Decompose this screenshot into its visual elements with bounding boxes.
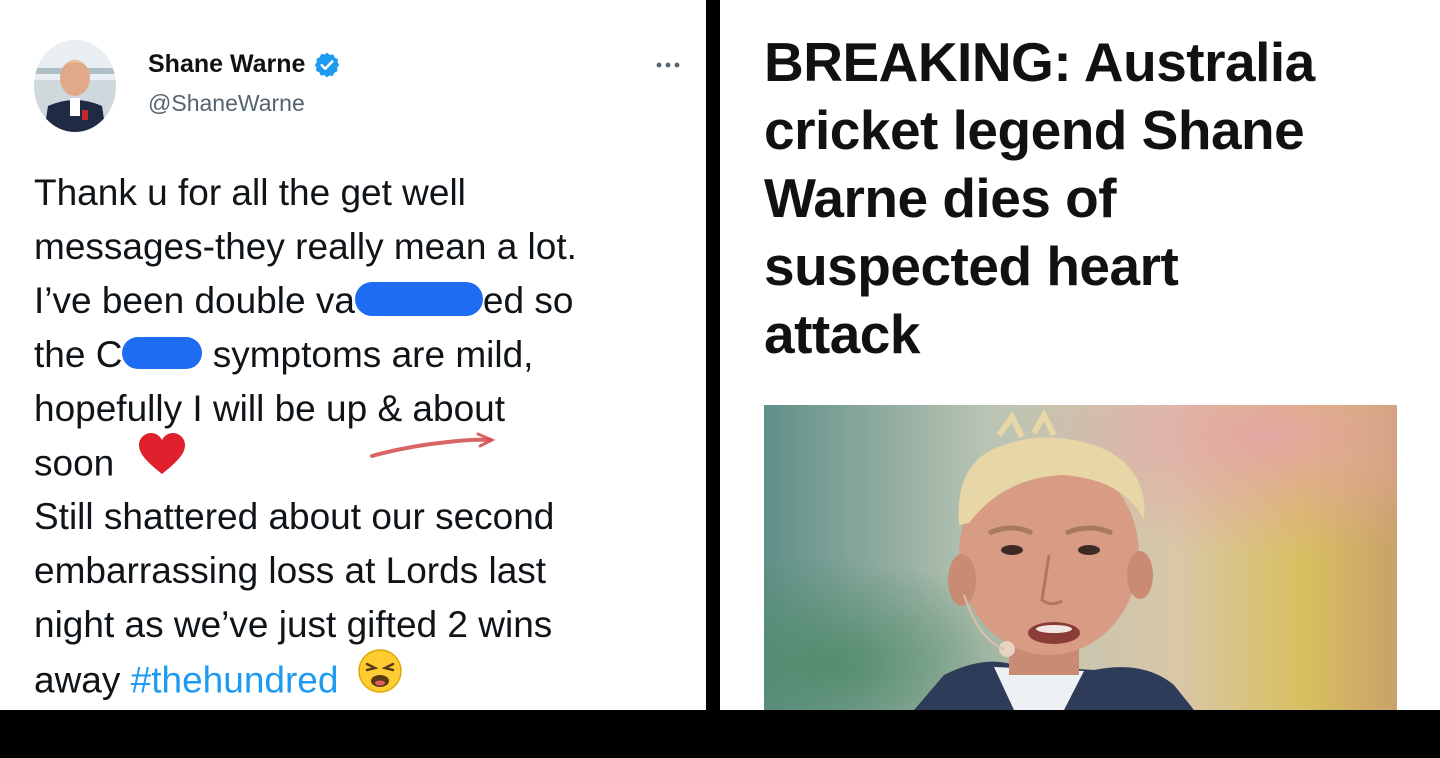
tweet-line: Still shattered about our second [34, 490, 694, 544]
tweet-card: Shane Warne @ShaneWarne Thank u for all … [0, 0, 706, 710]
weary-face-icon [357, 648, 403, 709]
tweet-line-text: hopefully I will be up & about [34, 388, 506, 429]
tweet-line: night as we’ve just gifted 2 wins [34, 598, 694, 652]
tweet-text: Thank u for all the get well messages-th… [34, 166, 694, 706]
tweet-line-text: Thank u for all the get well [34, 172, 466, 213]
tweet-line-text: soon [34, 442, 115, 484]
handle[interactable]: @ShaneWarne [148, 90, 305, 117]
tweet-line-text: symptoms are mild, [202, 334, 534, 375]
tweet-line-text: away [34, 659, 131, 701]
tweet-line-text: I’ve been double va [34, 280, 355, 321]
tweet-line: away #thehundred [34, 649, 694, 706]
tweet-line: Thank u for all the get well [34, 166, 694, 220]
tweet-line-text: ed so [482, 280, 574, 321]
tweet-line: messages-they really mean a lot. [34, 220, 694, 274]
verified-badge-icon [313, 51, 341, 79]
tweet-line: embarrassing loss at Lords last [34, 544, 694, 598]
tweet-line: hopefully I will be up & about [34, 382, 694, 436]
bottom-bar [0, 710, 1440, 758]
red-heart-icon [137, 432, 187, 491]
tweet-line-text: Still shattered about our second [34, 496, 555, 537]
redaction-mark [354, 282, 483, 317]
headline-line: cricket legend Shane [764, 99, 1305, 161]
headline-line: suspected heart [764, 235, 1179, 297]
tweet-line: I’ve been double va ed so [34, 274, 694, 328]
more-horizontal-icon[interactable] [650, 52, 686, 78]
avatar[interactable] [34, 40, 116, 132]
pen-underline-mark [370, 432, 496, 458]
display-name[interactable]: Shane Warne [148, 50, 341, 79]
article-photo[interactable] [764, 405, 1397, 710]
headline-line: attack [764, 303, 920, 365]
headline-line: BREAKING: Australia [764, 31, 1315, 93]
tweet-line-text: embarrassing loss at Lords last [34, 550, 547, 591]
display-name-text: Shane Warne [148, 50, 306, 78]
tweet-line-text: night as we’ve just gifted 2 wins [34, 604, 553, 645]
tweet-line: soon [34, 433, 694, 490]
hashtag-link[interactable]: #thehundred [131, 659, 339, 700]
article-headline[interactable]: BREAKING: Australia cricket legend Shane… [764, 28, 1404, 368]
redaction-mark [122, 337, 203, 370]
panel-divider [706, 0, 720, 758]
tweet-line: the C symptoms are mild, [34, 328, 694, 382]
headline-line: Warne dies of [764, 167, 1117, 229]
tweet-line-text: messages-they really mean a lot. [34, 226, 577, 267]
tweet-line-text: the C [34, 334, 123, 375]
